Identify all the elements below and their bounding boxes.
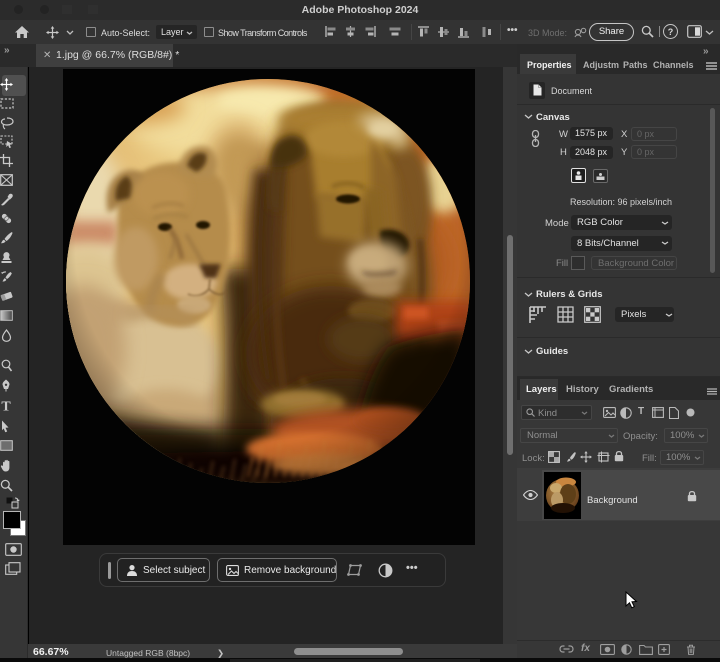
svg-text:T: T [1, 400, 11, 413]
